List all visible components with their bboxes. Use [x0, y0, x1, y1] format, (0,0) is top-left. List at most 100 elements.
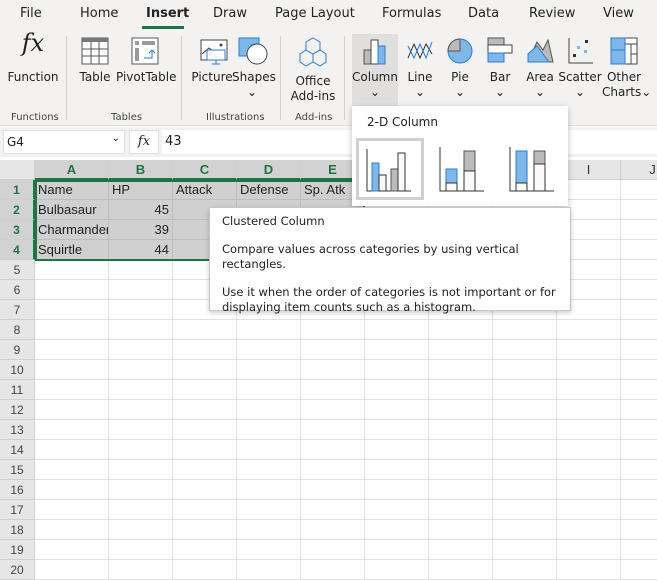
cell-E8[interactable] [301, 320, 365, 340]
scatter-chart-button[interactable]: Scatter ⌄ [558, 36, 602, 100]
cell-J11[interactable] [621, 380, 657, 400]
cell-E14[interactable] [301, 440, 365, 460]
cell-C12[interactable] [173, 400, 237, 420]
cell-G15[interactable] [429, 460, 493, 480]
cell-C10[interactable] [173, 360, 237, 380]
line-chart-button[interactable]: Line ⌄ [402, 36, 438, 100]
cell-C17[interactable] [173, 500, 237, 520]
cell-I10[interactable] [557, 360, 621, 380]
cell-I8[interactable] [557, 320, 621, 340]
cell-H16[interactable] [493, 480, 557, 500]
cell-B4[interactable]: 44 [109, 240, 173, 260]
cell-D1[interactable]: Defense [237, 180, 301, 200]
cell-B20[interactable] [109, 560, 173, 580]
row-header-2[interactable]: 2 [0, 200, 35, 220]
cell-F11[interactable] [365, 380, 429, 400]
cell-I16[interactable] [557, 480, 621, 500]
cell-J12[interactable] [621, 400, 657, 420]
cell-C15[interactable] [173, 460, 237, 480]
100-stacked-column-option[interactable] [502, 141, 564, 201]
cell-D13[interactable] [237, 420, 301, 440]
cell-A18[interactable] [35, 520, 109, 540]
cell-C14[interactable] [173, 440, 237, 460]
cell-J14[interactable] [621, 440, 657, 460]
cell-A1[interactable]: Name [35, 180, 109, 200]
cell-I18[interactable] [557, 520, 621, 540]
cell-H12[interactable] [493, 400, 557, 420]
cell-D8[interactable] [237, 320, 301, 340]
cell-F8[interactable] [365, 320, 429, 340]
cell-J5[interactable] [621, 260, 657, 280]
row-header-9[interactable]: 9 [0, 340, 35, 360]
row-header-5[interactable]: 5 [0, 260, 35, 280]
tab-formulas[interactable]: Formulas [382, 6, 441, 21]
row-header-10[interactable]: 10 [0, 360, 35, 380]
cell-B11[interactable] [109, 380, 173, 400]
cell-A5[interactable] [35, 260, 109, 280]
cell-A16[interactable] [35, 480, 109, 500]
cell-E20[interactable] [301, 560, 365, 580]
cell-F20[interactable] [365, 560, 429, 580]
cell-B6[interactable] [109, 280, 173, 300]
row-header-11[interactable]: 11 [0, 380, 35, 400]
cell-H11[interactable] [493, 380, 557, 400]
row-header-20[interactable]: 20 [0, 560, 35, 580]
cell-G11[interactable] [429, 380, 493, 400]
cell-F19[interactable] [365, 540, 429, 560]
cell-A7[interactable] [35, 300, 109, 320]
cell-C19[interactable] [173, 540, 237, 560]
cell-H15[interactable] [493, 460, 557, 480]
cell-J4[interactable] [621, 240, 657, 260]
cell-F14[interactable] [365, 440, 429, 460]
chevron-down-icon[interactable]: ⌄ [112, 133, 120, 144]
cell-J7[interactable] [621, 300, 657, 320]
tab-view[interactable]: View [603, 6, 634, 21]
cell-D20[interactable] [237, 560, 301, 580]
cell-E17[interactable] [301, 500, 365, 520]
cell-E9[interactable] [301, 340, 365, 360]
area-chart-button[interactable]: Area ⌄ [522, 36, 558, 100]
cell-B13[interactable] [109, 420, 173, 440]
cell-J3[interactable] [621, 220, 657, 240]
tab-home[interactable]: Home [80, 6, 118, 21]
cell-E10[interactable] [301, 360, 365, 380]
cell-G8[interactable] [429, 320, 493, 340]
cell-B5[interactable] [109, 260, 173, 280]
cell-G18[interactable] [429, 520, 493, 540]
cell-J1[interactable] [621, 180, 657, 200]
row-header-19[interactable]: 19 [0, 540, 35, 560]
other-charts-button[interactable]: Other Charts⌄ [602, 36, 651, 100]
cell-J17[interactable] [621, 500, 657, 520]
cell-H14[interactable] [493, 440, 557, 460]
cell-G12[interactable] [429, 400, 493, 420]
cell-G9[interactable] [429, 340, 493, 360]
cell-A8[interactable] [35, 320, 109, 340]
tab-insert[interactable]: Insert [146, 6, 189, 21]
column-chart-button[interactable]: Column ⌄ [352, 34, 398, 106]
cell-D17[interactable] [237, 500, 301, 520]
pie-chart-button[interactable]: Pie ⌄ [442, 36, 478, 100]
cell-A19[interactable] [35, 540, 109, 560]
cell-B10[interactable] [109, 360, 173, 380]
tab-file[interactable]: File [20, 6, 42, 21]
cell-B2[interactable]: 45 [109, 200, 173, 220]
cell-H13[interactable] [493, 420, 557, 440]
cell-G17[interactable] [429, 500, 493, 520]
cell-I13[interactable] [557, 420, 621, 440]
cell-I11[interactable] [557, 380, 621, 400]
insert-function-button[interactable]: fx [129, 130, 159, 154]
office-addins-button[interactable]: Office Add-ins [288, 36, 338, 104]
tab-page-layout[interactable]: Page Layout [275, 6, 355, 21]
tab-draw[interactable]: Draw [213, 6, 247, 21]
cell-B7[interactable] [109, 300, 173, 320]
cell-A14[interactable] [35, 440, 109, 460]
cell-J13[interactable] [621, 420, 657, 440]
row-header-12[interactable]: 12 [0, 400, 35, 420]
cell-A13[interactable] [35, 420, 109, 440]
cell-B9[interactable] [109, 340, 173, 360]
cell-E18[interactable] [301, 520, 365, 540]
row-header-6[interactable]: 6 [0, 280, 35, 300]
column-header-C[interactable]: C [173, 160, 237, 180]
cell-G10[interactable] [429, 360, 493, 380]
row-header-15[interactable]: 15 [0, 460, 35, 480]
